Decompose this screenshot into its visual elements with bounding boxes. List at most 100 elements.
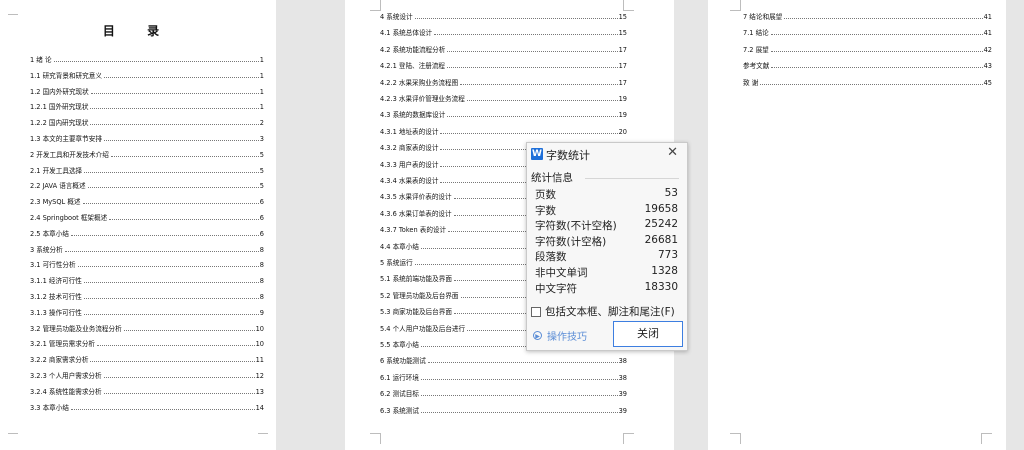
toc-entry-title: 4.3.4 水果表的设计 — [380, 177, 439, 185]
toc-entry[interactable]: 1 绪 论 1 — [30, 53, 264, 65]
checkbox-box[interactable] — [531, 306, 541, 317]
toc-entry-page-number: 1 — [259, 71, 264, 80]
toc-entry[interactable]: 6.2 测试目标 39 — [380, 387, 627, 399]
toc-entry-title: 4.4 本章小结 — [380, 242, 419, 251]
toc-entry-title: 3.1.1 经济可行性 — [30, 277, 82, 286]
toc-entry[interactable]: 4.2.3 水果评价管理业务流程 19 — [380, 92, 627, 104]
toc-entry[interactable]: 7.2 展望 42 — [743, 43, 992, 55]
toc-entry[interactable]: 4.1 系统总体设计 15 — [380, 26, 627, 38]
toc-entry-title: 2.2 JAVA 语言概述 — [30, 182, 86, 191]
play-circle-icon: ▶ — [533, 331, 542, 340]
toc-entry-title: 3.1 可行性分析 — [30, 261, 76, 270]
toc-entry[interactable]: 3.2.3 个人用户需求分析 12 — [30, 369, 264, 381]
toc-entry[interactable]: 2.4 Springboot 框架概述 6 — [30, 211, 264, 223]
toc-entry[interactable]: 4 系统设计 15 — [380, 10, 627, 22]
toc-leader-dots — [447, 116, 618, 118]
toc-entry-title: 4.1 系统总体设计 — [380, 29, 433, 38]
stat-value: 773 — [657, 249, 678, 262]
toc-entry-title: 6.2 测试目标 — [380, 390, 419, 399]
toc-entry-title: 参考文献 — [743, 62, 770, 71]
toc-entry[interactable]: 1.1 研究背景和研究意义 1 — [30, 69, 264, 81]
toc-entry[interactable]: 3.1.2 技术可行性 8 — [30, 290, 264, 302]
toc-leader-dots — [84, 171, 259, 173]
page-corner-mark — [730, 433, 741, 444]
toc-entry-title: 6 系统功能测试 — [380, 357, 426, 366]
checkbox-label: 包括文本框、脚注和尾注(F) — [545, 306, 675, 318]
toc-entry[interactable]: 2 开发工具和开发技术介绍 5 — [30, 148, 264, 160]
toc-entry-page-number: 10 — [255, 324, 264, 333]
section-divider — [585, 178, 679, 179]
toc-entry-title: 4.2 系统功能流程分析 — [380, 45, 446, 54]
stat-label: 非中文单词 — [535, 267, 588, 279]
toc-entry[interactable]: 6.1 运行环境 38 — [380, 371, 627, 383]
stat-label: 中文字符 — [535, 282, 577, 295]
toc-entry[interactable]: 参考文献 43 — [743, 59, 992, 71]
toc-leader-dots — [770, 34, 983, 36]
toc-entry-title: 6.3 系统测试 — [380, 406, 419, 415]
toc-entry-page-number: 20 — [618, 127, 627, 136]
wps-writer-logo-icon: W — [531, 148, 543, 160]
toc-entry-page-number: 5 — [259, 166, 264, 175]
toc-entry[interactable]: 3.2.4 系统性能需求分析 13 — [30, 385, 264, 397]
toc-entry[interactable]: 4.2.2 水果采购业务流程图 17 — [380, 76, 627, 88]
toc-leader-dots — [103, 377, 255, 378]
toc-entry[interactable]: 6.3 系统测试 39 — [380, 404, 627, 416]
toc-entry[interactable]: 3.3 本章小结 14 — [30, 401, 264, 413]
toc-entry[interactable]: 3.1.1 经济可行性 8 — [30, 274, 264, 286]
include-textbox-footnotes-checkbox[interactable]: 包括文本框、脚注和尾注(F) — [531, 304, 675, 319]
toc-entry[interactable]: 致 谢 45 — [743, 76, 992, 88]
word-count-dialog: W 字数统计 ✕ 统计信息 页数 53 字数 19658 字符数(不计空格) 25242 字… — [526, 142, 688, 351]
close-button[interactable]: 关闭 — [613, 321, 683, 347]
toc-entry-page-number: 10 — [255, 340, 264, 349]
tips-link[interactable]: ▶ 操作技巧 — [533, 328, 587, 343]
toc-entry[interactable]: 2.3 MySQL 概述 6 — [30, 195, 264, 207]
toc-entry[interactable]: 2.5 本章小结 6 — [30, 227, 264, 239]
toc-leader-dots — [440, 132, 618, 134]
toc-entry[interactable]: 7 结论和展望 41 — [743, 10, 992, 22]
toc-leader-dots — [414, 18, 618, 19]
toc-entry[interactable]: 3.2.2 商家需求分析 11 — [30, 353, 264, 365]
toc-entry[interactable]: 1.3 本文的主要章节安排 3 — [30, 132, 264, 144]
toc-entry-page-number: 9 — [259, 308, 264, 317]
close-icon[interactable]: ✕ — [667, 145, 678, 160]
toc-entry[interactable]: 3.1.3 操作可行性 9 — [30, 306, 264, 318]
toc-entry[interactable]: 1.2.1 国外研究现状 1 — [30, 100, 264, 112]
toc-leader-dots — [420, 395, 618, 397]
toc-entry-title: 2.4 Springboot 框架概述 — [30, 214, 108, 222]
toc-entry[interactable]: 3.2 管理员功能及业务流程分析 10 — [30, 322, 264, 334]
toc-entry[interactable]: 7.1 结论 41 — [743, 26, 992, 38]
toc-entry-page-number: 19 — [618, 111, 627, 120]
toc-entry[interactable]: 4.3 系统的数据库设计 19 — [380, 108, 627, 120]
toc-entry[interactable]: 2.2 JAVA 语言概述 5 — [30, 179, 264, 191]
stat-label: 字数 — [535, 204, 556, 217]
toc-entry-title: 4 系统设计 — [380, 13, 413, 21]
toc-leader-dots — [90, 124, 259, 126]
toc-entry[interactable]: 3.1 可行性分析 8 — [30, 258, 264, 270]
toc-entry-page-number: 41 — [983, 13, 992, 21]
toc-entry-title: 3.1.3 操作可行性 — [30, 308, 82, 317]
toc-leader-dots — [420, 411, 618, 413]
toc-entry[interactable]: 6 系统功能测试 38 — [380, 354, 627, 366]
toc-entry[interactable]: 1.2.2 国内研究现状 2 — [30, 116, 264, 128]
toc-entry-page-number: 19 — [618, 95, 627, 103]
toc-entry-title: 2 开发工具和开发技术介绍 — [30, 150, 109, 159]
stat-row: 非中文单词 1328 — [535, 265, 678, 279]
dialog-header[interactable]: W 字数统计 ✕ — [527, 143, 687, 167]
toc-entry-title: 7.2 展望 — [743, 45, 769, 54]
toc-entry[interactable]: 2.1 开发工具选择 5 — [30, 164, 264, 176]
stat-row: 字符数(不计空格) 25242 — [535, 218, 678, 232]
toc-entry-page-number: 45 — [983, 78, 992, 87]
toc-entry[interactable]: 4.2 系统功能流程分析 17 — [380, 43, 627, 55]
toc-entry[interactable]: 1.2 国内外研究现状 1 — [30, 85, 264, 97]
toc-leader-dots — [447, 50, 618, 52]
toc-leader-dots — [427, 362, 618, 364]
toc-entry[interactable]: 3 系统分析 8 — [30, 243, 264, 255]
toc-entry[interactable]: 3.2.1 管理员需求分析 10 — [30, 337, 264, 349]
toc-leader-dots — [70, 408, 255, 410]
page-corner-mark — [8, 4, 18, 15]
toc-entry[interactable]: 4.3.1 地址表的设计 20 — [380, 125, 627, 137]
toc-entry-page-number: 38 — [618, 357, 627, 366]
toc-entry[interactable]: 4.2.1 登陆、注册流程 17 — [380, 59, 627, 71]
toc-leader-dots — [77, 266, 259, 268]
toc-leader-dots — [447, 67, 618, 69]
